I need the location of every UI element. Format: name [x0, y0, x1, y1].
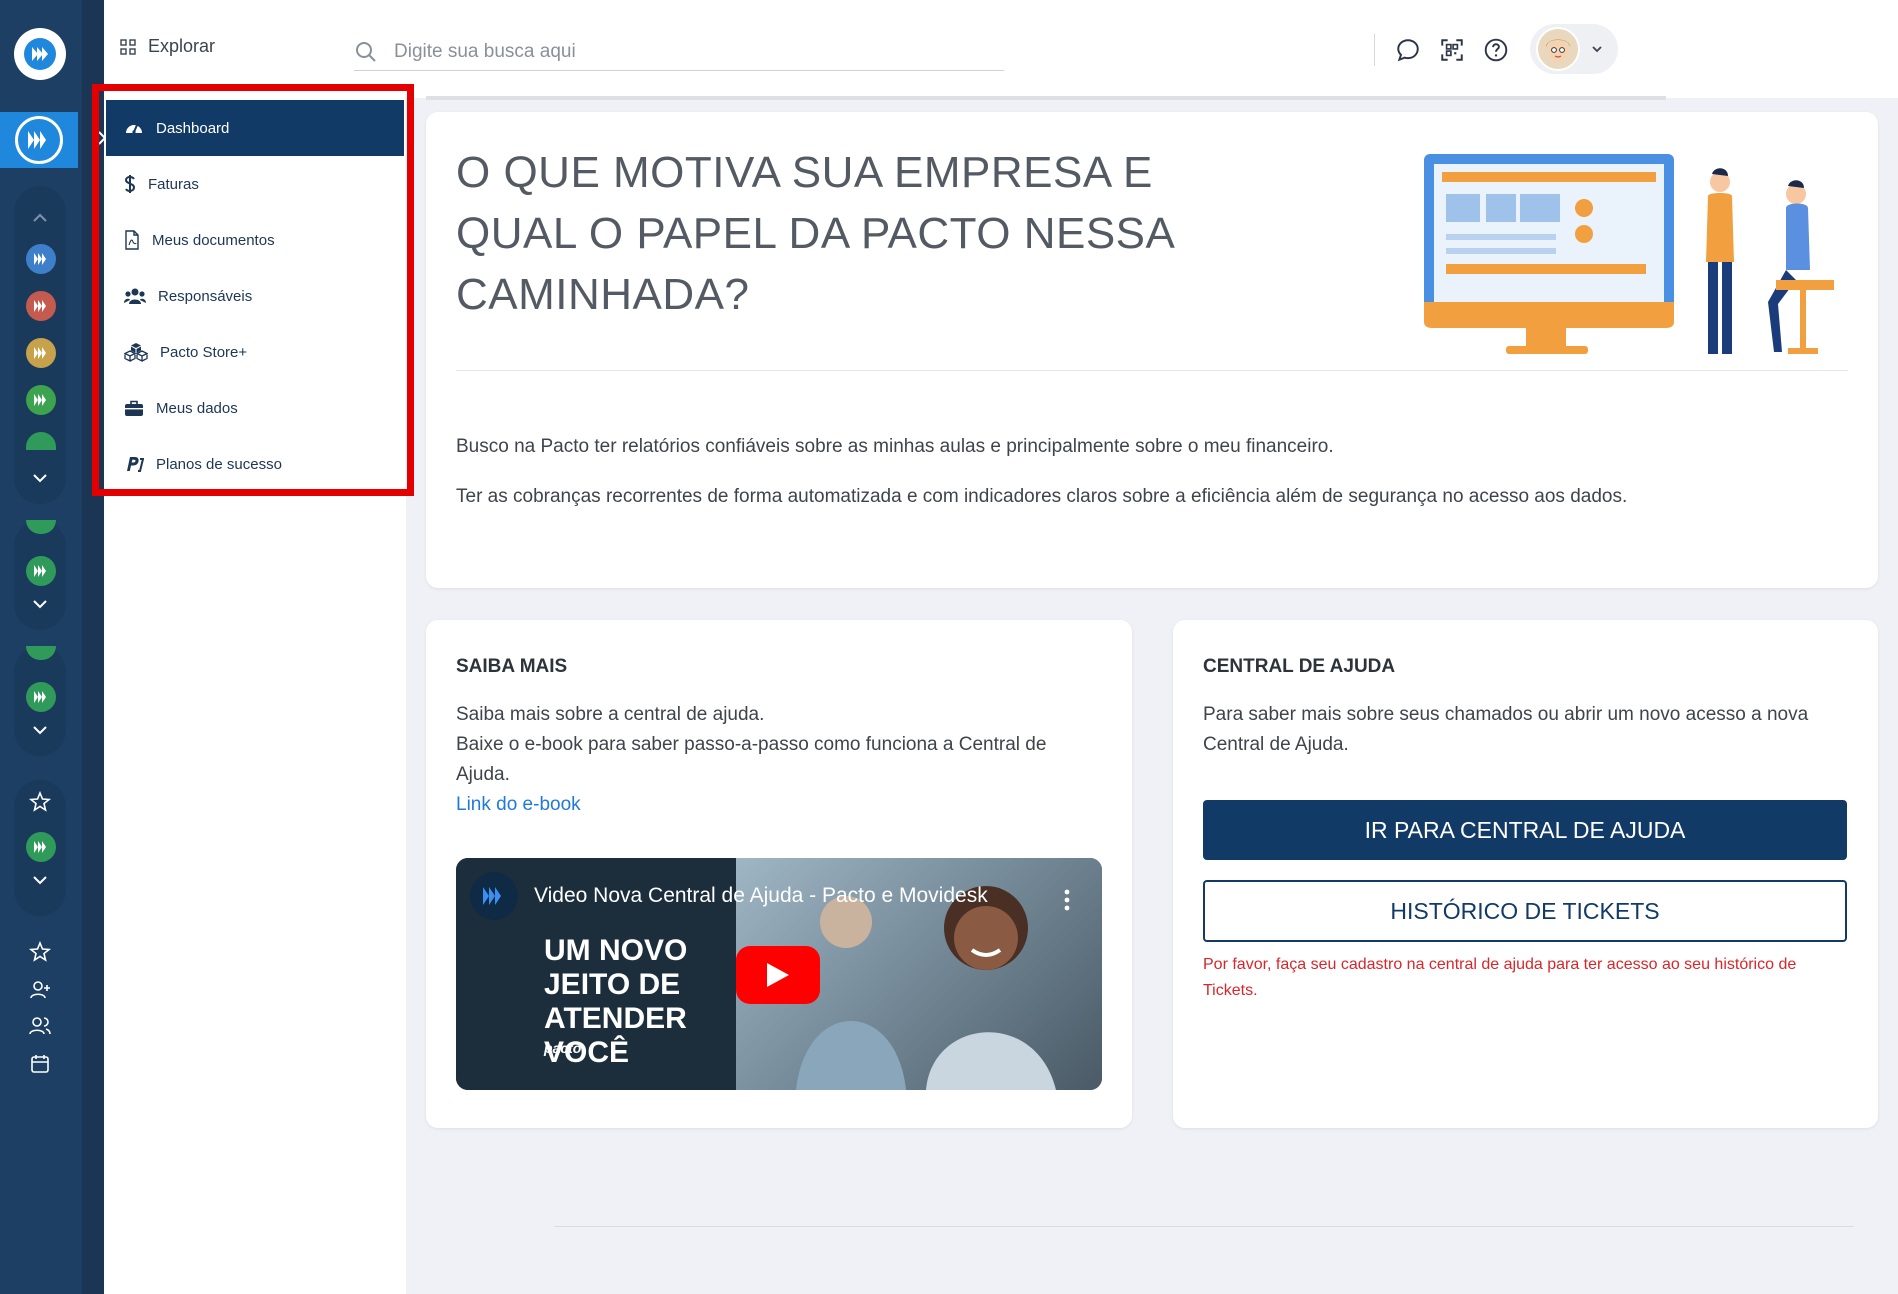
hero-card: O que motiva sua empresa e qual o papel …	[426, 112, 1878, 588]
more-options-icon[interactable]	[1064, 888, 1070, 912]
topbar-underline	[426, 96, 1666, 100]
star-badge-icon[interactable]	[28, 790, 52, 814]
calendar-icon[interactable]	[28, 1052, 52, 1076]
grid-icon	[120, 38, 136, 55]
saiba-mais-card: SAIBA MAIS Saiba mais sobre a central de…	[426, 620, 1132, 1128]
central-de-ajuda-card: CENTRAL DE AJUDA Para saber mais sobre s…	[1173, 620, 1878, 1128]
hero-divider	[456, 370, 1848, 371]
blue-module-icon[interactable]	[26, 244, 56, 274]
search-icon	[356, 42, 376, 62]
play-button-icon[interactable]	[736, 946, 820, 1004]
help-icon[interactable]	[1482, 36, 1510, 64]
star-icon[interactable]	[28, 940, 52, 964]
ebook-link[interactable]: Link do e-book	[456, 794, 581, 815]
saiba-mais-title: SAIBA MAIS	[456, 656, 568, 677]
chevron-down-icon[interactable]	[28, 466, 52, 490]
chevron-down-icon-3[interactable]	[28, 718, 52, 742]
footer-divider	[554, 1226, 1854, 1227]
search-bar	[354, 34, 1004, 71]
registration-warning: Por favor, faça seu cadastro na central …	[1203, 956, 1797, 999]
users-icon[interactable]	[28, 1014, 52, 1038]
qr-code-icon[interactable]	[1438, 36, 1466, 64]
hero-title: O que motiva sua empresa e qual o papel …	[456, 148, 1173, 319]
central-text: Para saber mais sobre seus chamados ou a…	[1203, 704, 1809, 755]
active-module-icon[interactable]	[0, 112, 78, 168]
explore-label: Explorar	[148, 36, 216, 56]
saiba-mais-text: Saiba mais sobre a central de ajuda. Bai…	[456, 700, 1096, 820]
green-module-icon-6[interactable]	[26, 682, 56, 712]
avatar	[1536, 27, 1580, 71]
hero-paragraph-1: Busco na Pacto ter relatórios confiáveis…	[456, 436, 1334, 457]
green-module-icon[interactable]	[26, 385, 56, 415]
channel-logo-icon[interactable]	[470, 872, 518, 920]
video-player[interactable]: UM NOVO JEITO DE ATENDER VOCÊ pacto Vide…	[456, 858, 1102, 1090]
chevron-down-icon-5	[1592, 46, 1602, 53]
chat-icon[interactable]	[1394, 36, 1422, 64]
search-input[interactable]	[392, 40, 956, 64]
dashboard-illustration	[1424, 154, 1834, 354]
user-menu[interactable]	[1530, 24, 1618, 74]
red-module-icon[interactable]	[26, 291, 56, 321]
chevron-down-icon-4[interactable]	[28, 868, 52, 892]
explore-button[interactable]: Explorar	[120, 36, 215, 57]
topbar-divider	[1374, 34, 1375, 66]
central-title: CENTRAL DE AJUDA	[1203, 656, 1396, 677]
chevron-down-icon-2[interactable]	[28, 592, 52, 616]
saiba-mais-line-1: Saiba mais sobre a central de ajuda.	[456, 704, 765, 725]
ticket-history-button[interactable]: HISTÓRICO DE TICKETS	[1203, 880, 1847, 942]
video-title[interactable]: Video Nova Central de Ajuda - Pacto e Mo…	[534, 884, 988, 908]
green-module-icon-4[interactable]	[26, 556, 56, 586]
hero-paragraph-2: Ter as cobranças recorrentes de forma au…	[456, 486, 1628, 507]
highlight-box	[92, 84, 414, 496]
go-to-help-center-button[interactable]: IR PARA CENTRAL DE AJUDA	[1203, 800, 1847, 860]
pacto-logo-icon[interactable]	[14, 28, 66, 80]
yellow-module-icon[interactable]	[26, 338, 56, 368]
add-user-icon[interactable]	[28, 978, 52, 1002]
video-brand: pacto	[544, 1040, 582, 1056]
green-module-icon-7[interactable]	[26, 832, 56, 862]
saiba-mais-line-2: Baixe o e-book para saber passo-a-passo …	[456, 734, 1047, 785]
chevron-up-icon[interactable]	[28, 206, 52, 230]
